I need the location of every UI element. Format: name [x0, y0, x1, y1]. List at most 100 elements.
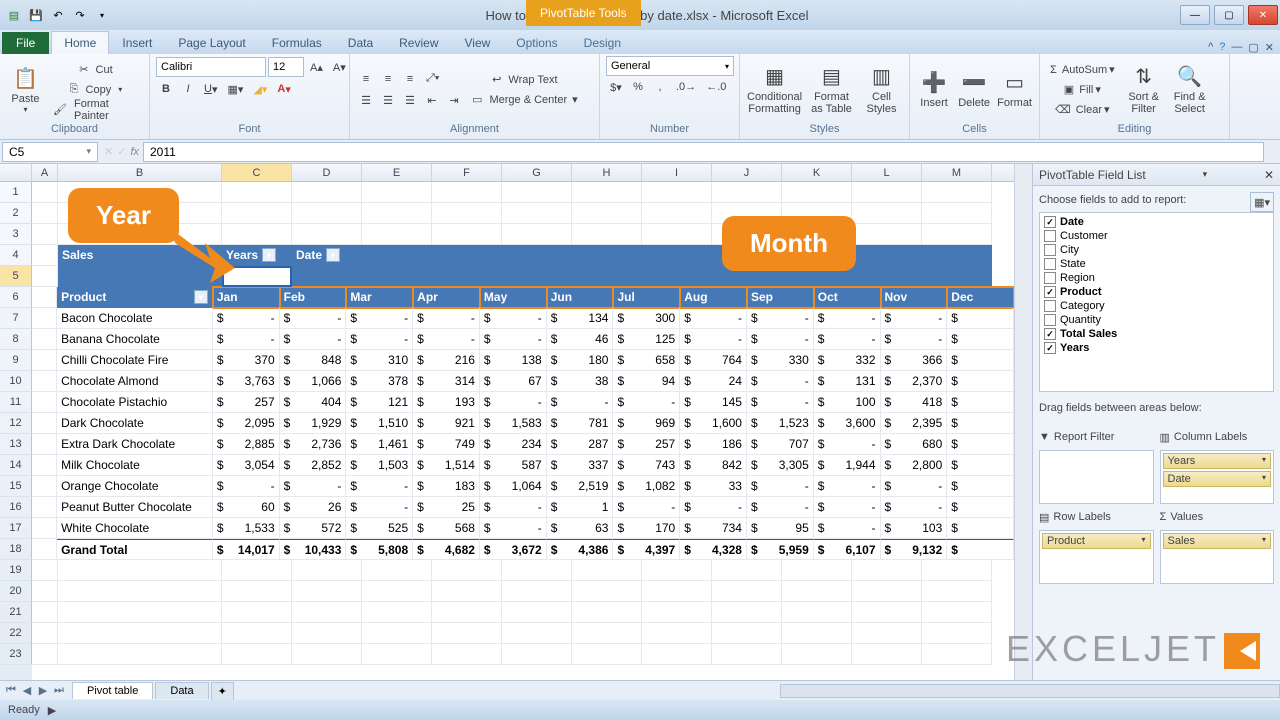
- cell[interactable]: [852, 182, 922, 203]
- close-button[interactable]: ✕: [1248, 5, 1278, 25]
- find-select-button[interactable]: 🔍Find & Select: [1169, 57, 1211, 123]
- cell[interactable]: $-: [747, 371, 814, 392]
- years-filter-button[interactable]: ▾: [262, 248, 276, 262]
- cell[interactable]: $1,523: [747, 413, 814, 434]
- cell[interactable]: $969: [613, 413, 680, 434]
- cell[interactable]: [32, 371, 57, 392]
- cell[interactable]: [362, 266, 432, 287]
- cell[interactable]: $-: [346, 329, 413, 350]
- field-region[interactable]: Region: [1042, 271, 1271, 285]
- cell[interactable]: [432, 602, 502, 623]
- cell[interactable]: [502, 581, 572, 602]
- cell[interactable]: $14,017: [213, 539, 280, 560]
- cell[interactable]: $-: [747, 308, 814, 329]
- cell[interactable]: $366: [881, 350, 948, 371]
- cell[interactable]: Sep: [747, 287, 814, 308]
- cell[interactable]: $67: [480, 371, 547, 392]
- cell[interactable]: [58, 623, 222, 644]
- cell[interactable]: $370: [213, 350, 280, 371]
- cell[interactable]: [852, 602, 922, 623]
- cell[interactable]: [362, 224, 432, 245]
- cell[interactable]: $: [947, 434, 1014, 455]
- row-header-6[interactable]: 6: [0, 287, 32, 308]
- cell[interactable]: Extra Dark Chocolate: [57, 434, 213, 455]
- cell[interactable]: Feb: [280, 287, 347, 308]
- shrink-font-button[interactable]: A▾: [329, 57, 350, 77]
- cell[interactable]: [572, 182, 642, 203]
- cell[interactable]: [642, 266, 712, 287]
- cell[interactable]: [502, 203, 572, 224]
- cell[interactable]: $183: [413, 476, 480, 497]
- cell[interactable]: $1,600: [680, 413, 747, 434]
- cell[interactable]: [32, 182, 58, 203]
- cell[interactable]: [852, 581, 922, 602]
- cell[interactable]: $-: [346, 308, 413, 329]
- cell[interactable]: [782, 602, 852, 623]
- cell[interactable]: [32, 287, 57, 308]
- cell[interactable]: $131: [814, 371, 881, 392]
- col-header-L[interactable]: L: [852, 164, 922, 181]
- number-format-combo[interactable]: General▾: [606, 56, 734, 76]
- minimize-ribbon-icon[interactable]: ^: [1208, 41, 1213, 54]
- cell[interactable]: Jan: [213, 287, 280, 308]
- cell[interactable]: $734: [680, 518, 747, 539]
- date-filter-button[interactable]: ▾: [326, 248, 340, 262]
- undo-icon[interactable]: ↶: [48, 5, 68, 25]
- cell[interactable]: [572, 266, 642, 287]
- cell[interactable]: $-: [613, 392, 680, 413]
- fx-icon[interactable]: fx: [130, 146, 139, 158]
- cell[interactable]: $378: [346, 371, 413, 392]
- cell[interactable]: $-: [747, 476, 814, 497]
- cell[interactable]: [222, 644, 292, 665]
- cell[interactable]: [782, 182, 852, 203]
- field-city[interactable]: City: [1042, 243, 1271, 257]
- cell[interactable]: [852, 560, 922, 581]
- cell[interactable]: $: [947, 539, 1014, 560]
- cell[interactable]: [712, 560, 782, 581]
- row-header-9[interactable]: 9: [0, 350, 32, 371]
- autosum-button[interactable]: Σ AutoSum▾: [1046, 60, 1119, 80]
- checkbox-icon[interactable]: [1044, 314, 1056, 326]
- cell[interactable]: $2,736: [280, 434, 347, 455]
- cell[interactable]: [712, 182, 782, 203]
- cell[interactable]: $103: [881, 518, 948, 539]
- cell[interactable]: $-: [213, 476, 280, 497]
- cell[interactable]: [362, 581, 432, 602]
- cell[interactable]: Dec: [947, 287, 1014, 308]
- cell[interactable]: [32, 602, 58, 623]
- border-button[interactable]: ▦▾: [223, 79, 247, 99]
- underline-button[interactable]: U▾: [200, 79, 221, 99]
- cell[interactable]: [922, 224, 992, 245]
- delete-cells-button[interactable]: ➖Delete: [956, 57, 992, 123]
- format-cells-button[interactable]: ▭Format: [996, 57, 1033, 123]
- cell[interactable]: $3,763: [213, 371, 280, 392]
- cell[interactable]: [642, 581, 712, 602]
- align-center-button[interactable]: ☰: [378, 91, 398, 111]
- cell[interactable]: [572, 560, 642, 581]
- cell[interactable]: $-: [814, 476, 881, 497]
- cell[interactable]: [362, 182, 432, 203]
- cell[interactable]: $337: [547, 455, 614, 476]
- cell[interactable]: [32, 245, 58, 266]
- cell[interactable]: $257: [613, 434, 680, 455]
- cell[interactable]: $568: [413, 518, 480, 539]
- help-icon[interactable]: ?: [1219, 41, 1225, 54]
- paste-button[interactable]: 📋 Paste ▾: [6, 57, 45, 123]
- wb-close-icon[interactable]: ✕: [1265, 41, 1274, 54]
- cell[interactable]: [712, 644, 782, 665]
- font-name-input[interactable]: [156, 57, 266, 77]
- cell[interactable]: $63: [547, 518, 614, 539]
- cell[interactable]: $-: [814, 329, 881, 350]
- cell[interactable]: $216: [413, 350, 480, 371]
- cell[interactable]: Banana Chocolate: [57, 329, 213, 350]
- cell[interactable]: $-: [881, 497, 948, 518]
- qat-dropdown-icon[interactable]: ▾: [92, 5, 112, 25]
- cell[interactable]: $1,064: [480, 476, 547, 497]
- cell[interactable]: $1,461: [346, 434, 413, 455]
- cell[interactable]: $1,533: [213, 518, 280, 539]
- cell[interactable]: [782, 623, 852, 644]
- cell[interactable]: $: [947, 392, 1014, 413]
- cell[interactable]: $-: [480, 518, 547, 539]
- cell[interactable]: [292, 644, 362, 665]
- cell[interactable]: Dark Chocolate: [57, 413, 213, 434]
